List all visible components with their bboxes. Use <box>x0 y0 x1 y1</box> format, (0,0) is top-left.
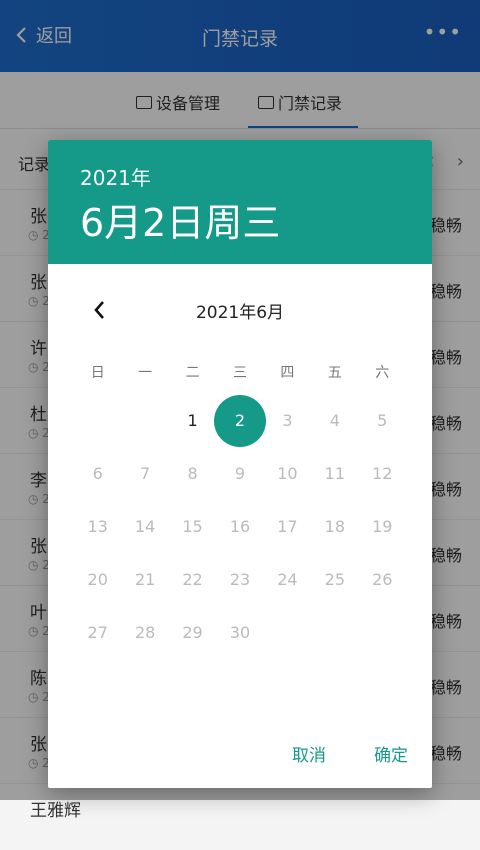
calendar-day: 12 <box>359 447 406 500</box>
day-number: 24 <box>277 570 298 589</box>
day-number: 17 <box>277 517 298 536</box>
calendar-day: 19 <box>359 500 406 553</box>
day-number: 30 <box>229 623 251 642</box>
date-picker-header: 2021年 6月2日周三 <box>48 140 432 264</box>
day-number: 1 <box>187 411 198 430</box>
calendar-day: 13 <box>74 500 121 553</box>
calendar-day: 11 <box>311 447 358 500</box>
calendar-day: 21 <box>121 553 168 606</box>
day-number: 19 <box>372 517 393 536</box>
day-number: 26 <box>372 570 393 589</box>
weekday-label: 四 <box>280 365 295 381</box>
weekday-label: 二 <box>185 365 200 381</box>
day-number: 23 <box>229 570 251 589</box>
dialog-actions: 取消 确定 <box>292 741 408 766</box>
calendar-day: 3 <box>264 394 311 447</box>
calendar-day: 7 <box>121 447 168 500</box>
calendar-day: 27 <box>74 606 121 659</box>
calendar-day: 20 <box>74 553 121 606</box>
day-number: 8 <box>187 464 198 483</box>
weekday-row: 日一二三四五六 <box>74 362 406 386</box>
day-number: 29 <box>182 623 203 642</box>
calendar-day[interactable]: 1 <box>169 394 216 447</box>
calendar-day: 10 <box>264 447 311 500</box>
day-number: 25 <box>324 570 346 589</box>
day-number: 27 <box>87 623 108 642</box>
day-number: 5 <box>377 411 388 430</box>
empty-day-cell <box>74 394 121 447</box>
calendar-day-selected[interactable]: 2 <box>213 394 267 447</box>
day-number: 6 <box>92 464 103 483</box>
calendar-day: 6 <box>74 447 121 500</box>
day-number: 3 <box>282 411 293 430</box>
day-number: 9 <box>234 464 246 483</box>
day-number: 18 <box>324 517 346 536</box>
calendar-day: 4 <box>311 394 358 447</box>
day-number: 2 <box>234 411 246 430</box>
calendar-day: 17 <box>264 500 311 553</box>
month-label: 2021年6月 <box>195 303 285 323</box>
day-number: 11 <box>324 464 346 483</box>
calendar-day: 9 <box>216 447 263 500</box>
weekday-label: 六 <box>375 365 390 381</box>
day-number: 14 <box>134 517 156 536</box>
day-number: 16 <box>229 517 251 536</box>
calendar-day: 30 <box>216 606 263 659</box>
weekday-label: 日 <box>90 365 105 381</box>
calendar-day: 14 <box>121 500 168 553</box>
date-picker-dialog: 2021年 6月2日周三 2021年6月 日一二三四五六 1 2 3 4 5 6 7 8 9 10… <box>48 140 432 788</box>
calendar-day: 28 <box>121 606 168 659</box>
weekday-label: 三 <box>232 365 247 381</box>
day-number: 13 <box>87 517 108 536</box>
calendar-day: 26 <box>359 553 406 606</box>
month-navigation: 2021年6月 <box>48 292 432 328</box>
day-number: 22 <box>182 570 203 589</box>
calendar-day: 29 <box>169 606 216 659</box>
empty-day-cell <box>121 394 168 447</box>
weekday-label: 一 <box>138 365 153 381</box>
calendar-day: 24 <box>264 553 311 606</box>
day-number: 7 <box>140 464 151 483</box>
day-number: 12 <box>372 464 393 483</box>
day-number: 15 <box>182 517 203 536</box>
calendar-day: 22 <box>169 553 216 606</box>
calendar-day: 5 <box>359 394 406 447</box>
calendar-day: 23 <box>216 553 263 606</box>
calendar-grid: 1 2 3 4 5 6 7 8 9 10 11 12 13 14 15 16 17 18 19 20 21 22 23 24 2… <box>74 394 406 659</box>
ok-button[interactable]: 确定 <box>374 741 408 766</box>
selected-date[interactable]: 6月2日周三 <box>80 192 280 247</box>
day-number: 20 <box>87 570 108 589</box>
day-number: 10 <box>277 464 298 483</box>
day-number: 21 <box>134 570 156 589</box>
calendar-day: 16 <box>216 500 263 553</box>
calendar-day: 15 <box>169 500 216 553</box>
selected-year[interactable]: 2021年 <box>80 162 151 191</box>
cancel-button[interactable]: 取消 <box>292 741 326 766</box>
calendar-day: 18 <box>311 500 358 553</box>
weekday-label: 五 <box>327 365 342 381</box>
day-number: 28 <box>134 623 156 642</box>
day-number: 4 <box>329 411 340 430</box>
calendar-day: 8 <box>169 447 216 500</box>
calendar-day: 25 <box>311 553 358 606</box>
